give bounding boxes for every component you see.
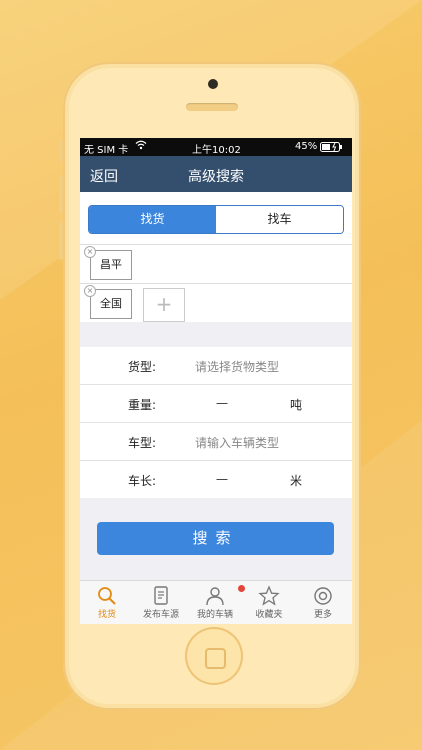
- cargo-type-row[interactable]: 货型: 请选择货物类型: [80, 347, 352, 385]
- navigation-bar: 高级搜索 返回: [80, 156, 352, 192]
- search-button[interactable]: 搜索: [97, 522, 334, 555]
- more-icon: [296, 585, 350, 607]
- tab-label: 收藏夹: [255, 610, 283, 620]
- tab-bar: 找货 发布车源 我的车辆 收藏夹 更多: [80, 580, 352, 624]
- status-bar: 无 SIM 卡 上午10:02 45%: [80, 138, 352, 156]
- vehicle-type-row[interactable]: 车型: 请输入车辆类型: [80, 423, 352, 461]
- tab-label: 我的车辆: [196, 610, 233, 620]
- segment-find-cargo[interactable]: 找货: [89, 206, 216, 233]
- front-camera: [208, 79, 218, 89]
- cargo-type-select[interactable]: 请选择货物类型: [195, 358, 279, 375]
- tab-find-cargo[interactable]: 找货: [80, 581, 134, 624]
- back-button[interactable]: 返回: [90, 166, 118, 186]
- volume-down-button: [59, 222, 63, 260]
- remove-origin-icon[interactable]: ×: [84, 246, 96, 258]
- search-type-segment: 找货 找车: [88, 205, 344, 234]
- origin-row: 昌平 ×: [80, 244, 352, 283]
- length-range-separator[interactable]: 一: [216, 471, 228, 488]
- search-icon: [80, 585, 134, 607]
- star-icon: [242, 585, 296, 607]
- weight-label: 重量:: [128, 398, 157, 412]
- document-icon: [134, 585, 188, 607]
- tab-my-vehicles[interactable]: 我的车辆: [188, 581, 242, 624]
- home-button-icon: [205, 648, 226, 669]
- length-unit: 米: [290, 474, 303, 488]
- vehicle-length-row: 车长: 一 米: [80, 461, 352, 498]
- tab-label: 发布车源: [142, 610, 179, 620]
- weight-row: 重量: 一 吨: [80, 385, 352, 423]
- page-title: 高级搜索: [188, 169, 244, 185]
- speaker-grille: [186, 103, 238, 111]
- app-screen: 无 SIM 卡 上午10:02 45% 高级搜索 返回 找货 找车 昌平 × 全…: [80, 138, 352, 624]
- destination-row: 全国 × +: [80, 283, 352, 322]
- carrier-text: 无 SIM 卡: [84, 145, 129, 156]
- vehicle-type-label: 车型:: [128, 436, 157, 450]
- segment-find-vehicle[interactable]: 找车: [216, 206, 343, 233]
- remove-destination-icon[interactable]: ×: [84, 285, 96, 297]
- weight-range-separator[interactable]: 一: [216, 395, 228, 412]
- mute-switch: [59, 140, 63, 162]
- vehicle-length-label: 车长:: [128, 474, 157, 488]
- wifi-icon: [135, 140, 147, 153]
- tab-favorites[interactable]: 收藏夹: [242, 581, 296, 624]
- status-time: 上午10:02: [192, 145, 241, 156]
- add-destination-button[interactable]: +: [143, 288, 185, 322]
- tab-label: 找货: [97, 610, 116, 620]
- origin-tag[interactable]: 昌平: [90, 250, 132, 280]
- weight-unit: 吨: [290, 398, 303, 412]
- cargo-type-label: 货型:: [128, 360, 157, 374]
- battery-icon: [320, 142, 344, 155]
- tab-publish-vehicle[interactable]: 发布车源: [134, 581, 188, 624]
- user-icon: [188, 585, 242, 607]
- tab-label: 更多: [313, 610, 332, 620]
- filter-form: 货型: 请选择货物类型 重量: 一 吨 车型: 请输入车辆类型 车长: 一 米: [80, 347, 352, 498]
- tab-more[interactable]: 更多: [296, 581, 350, 624]
- volume-up-button: [59, 175, 63, 213]
- destination-tag[interactable]: 全国: [90, 289, 132, 319]
- segment-container: 找货 找车: [80, 192, 352, 244]
- vehicle-type-input[interactable]: 请输入车辆类型: [195, 434, 279, 451]
- battery-percent: 45%: [295, 141, 318, 152]
